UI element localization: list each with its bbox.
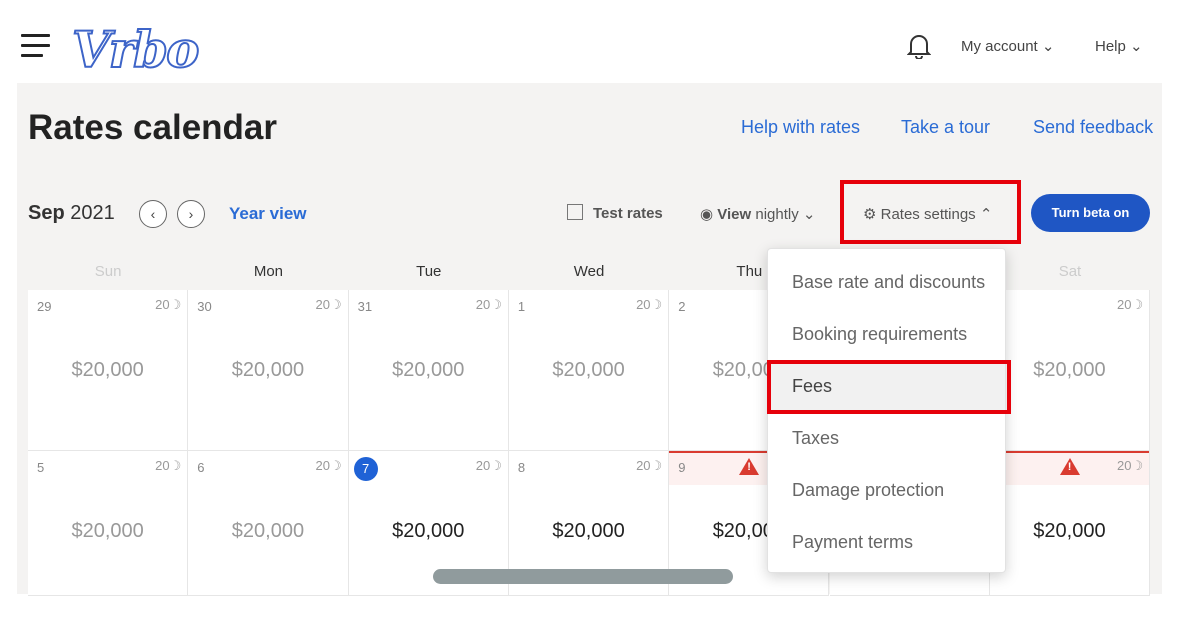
min-nights: 20☽	[636, 297, 663, 312]
calendar-cell[interactable]: 20☽ $20,000	[989, 290, 1151, 451]
day-header: Sun	[94, 263, 122, 280]
calendar-cell[interactable]: 5 20☽ $20,000	[28, 451, 189, 596]
date-number: 29	[37, 299, 52, 314]
min-nights: 20☽	[1116, 458, 1144, 473]
moon-icon: ☽	[650, 458, 663, 473]
nightly-price: $20,000	[552, 359, 625, 381]
moon-icon: ☽	[329, 297, 342, 312]
moon-icon: ☽	[169, 297, 182, 312]
chevron-down-icon: ⌄	[802, 206, 816, 223]
fees-highlight-box	[767, 360, 1011, 414]
date-number: 8	[517, 460, 526, 475]
turn-beta-on-button[interactable]: Turn beta on	[1031, 194, 1150, 232]
moon-icon: ☽	[329, 458, 342, 473]
menu-item-taxes[interactable]: Taxes	[792, 428, 839, 449]
help-with-rates-link[interactable]: Help with rates	[741, 117, 860, 138]
calendar-cell[interactable]: 31 20☽ $20,000	[348, 290, 509, 451]
date-number: 1	[517, 299, 526, 314]
calendar-cell[interactable]: !120☽$20,000	[989, 451, 1151, 596]
moon-icon: ☽	[1131, 297, 1144, 312]
calendar-cell[interactable]: 30 20☽ $20,000	[188, 290, 349, 451]
min-nights: 20☽	[155, 297, 182, 312]
eye-icon: ◉	[700, 206, 714, 223]
hamburger-menu-icon[interactable]	[21, 34, 50, 57]
nightly-price: $20,000	[71, 359, 144, 381]
current-month: Sep 2021	[28, 202, 115, 224]
nightly-price: $20,000	[231, 520, 305, 542]
gear-icon: ⚙	[863, 206, 877, 223]
min-nights: 20☽	[636, 458, 663, 473]
day-header: Mon	[253, 263, 284, 280]
calculator-icon	[567, 204, 583, 220]
moon-icon: ☽	[490, 297, 502, 312]
calendar-cell[interactable]: 1 20☽ $20,000	[508, 290, 670, 451]
year-view-link[interactable]: Year view	[229, 204, 307, 224]
rates-settings-dropdown[interactable]: ⚙ Rates settings ⌃	[863, 205, 992, 223]
my-account-menu[interactable]: My account ⌄	[961, 37, 1054, 55]
my-account-label: My account	[961, 38, 1038, 55]
chevron-down-icon: ⌄	[1041, 38, 1055, 55]
nightly-price: $20,000	[1033, 359, 1106, 381]
date-number: 30	[197, 299, 212, 314]
min-nights: 20☽	[315, 297, 342, 312]
nightly-price: $20,000	[231, 359, 305, 381]
today-marker: 7	[353, 457, 378, 481]
calendar-cell[interactable]: 6 20☽ $20,000	[188, 451, 349, 596]
warning-icon: !	[1059, 458, 1080, 475]
horizontal-scrollbar[interactable]	[433, 569, 733, 584]
page-title: Rates calendar	[28, 108, 278, 147]
min-nights: 20☽	[475, 297, 502, 312]
day-header: Tue	[416, 263, 442, 280]
warning-icon: !	[739, 458, 760, 475]
menu-item-base-rate[interactable]: Base rate and discounts	[792, 272, 985, 293]
help-menu[interactable]: Help ⌄	[1095, 37, 1143, 55]
menu-item-damage-protection[interactable]: Damage protection	[792, 480, 944, 501]
nightly-price: $20,000	[552, 520, 625, 542]
menu-item-booking-requirements[interactable]: Booking requirements	[792, 324, 967, 345]
menu-item-payment-terms[interactable]: Payment terms	[792, 532, 913, 553]
day-header: Sat	[1058, 263, 1082, 280]
min-nights: 20☽	[315, 458, 342, 473]
chevron-down-icon: ⌄	[1130, 38, 1143, 55]
min-nights: 20☽	[1116, 297, 1144, 312]
prev-month-button[interactable]: ‹	[139, 200, 167, 228]
bell-icon[interactable]	[906, 33, 932, 60]
nightly-price: $20,000	[392, 520, 465, 542]
moon-icon: ☽	[650, 297, 663, 312]
send-feedback-link[interactable]: Send feedback	[1033, 117, 1153, 138]
moon-icon: ☽	[490, 458, 502, 473]
take-a-tour-link[interactable]: Take a tour	[901, 117, 990, 138]
calendar-cell[interactable]: 29 20☽ $20,000	[28, 290, 189, 451]
min-nights: 20☽	[155, 458, 182, 473]
date-number: 6	[197, 460, 205, 475]
moon-icon: ☽	[169, 458, 182, 473]
chevron-up-icon: ⌃	[979, 206, 993, 223]
day-header: Wed	[573, 263, 605, 280]
view-nightly-dropdown[interactable]: ◉ View nightly ⌄	[700, 205, 815, 223]
moon-icon: ☽	[1131, 458, 1144, 473]
date-number: 9	[678, 460, 686, 475]
nightly-price: $20,000	[1033, 520, 1106, 542]
date-number: 31	[357, 299, 373, 314]
nightly-price: $20,000	[71, 520, 144, 542]
help-label: Help	[1095, 38, 1126, 55]
next-month-button[interactable]: ›	[177, 200, 205, 228]
date-number: 5	[37, 460, 45, 475]
date-number: 2	[678, 299, 686, 314]
min-nights: 20☽	[475, 458, 502, 473]
vrbo-logo[interactable]: Vrbo	[71, 19, 200, 80]
nightly-price: $20,000	[392, 359, 465, 381]
test-rates-button[interactable]: Test rates	[567, 204, 663, 222]
